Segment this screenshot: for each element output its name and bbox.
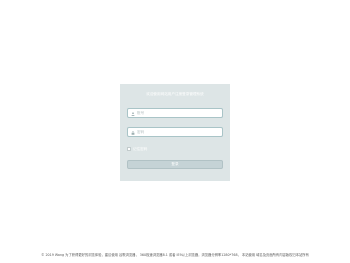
footer-text: © 2019 Wang 为了获得更好的浏览体验，建议使用 谷歌浏览器， 360极…: [41, 253, 309, 257]
password-field[interactable]: [127, 127, 223, 137]
lock-icon: [131, 130, 135, 135]
remember-label: 记住密码: [133, 147, 148, 151]
login-panel: 欢迎使用网站用户注册登录管理系统 记住密码 登录: [120, 84, 230, 181]
user-icon: [131, 111, 135, 116]
remember-checkbox[interactable]: [127, 147, 131, 151]
login-page: 欢迎使用网站用户注册登录管理系统 记住密码 登录 © 2019 Wang 为了获…: [0, 0, 350, 263]
login-button[interactable]: 登录: [127, 160, 223, 169]
remember-me[interactable]: 记住密码: [127, 146, 147, 152]
username-input[interactable]: [137, 109, 219, 117]
username-field[interactable]: [127, 108, 223, 118]
password-input[interactable]: [137, 128, 219, 136]
login-title: 欢迎使用网站用户注册登录管理系统: [146, 92, 204, 96]
